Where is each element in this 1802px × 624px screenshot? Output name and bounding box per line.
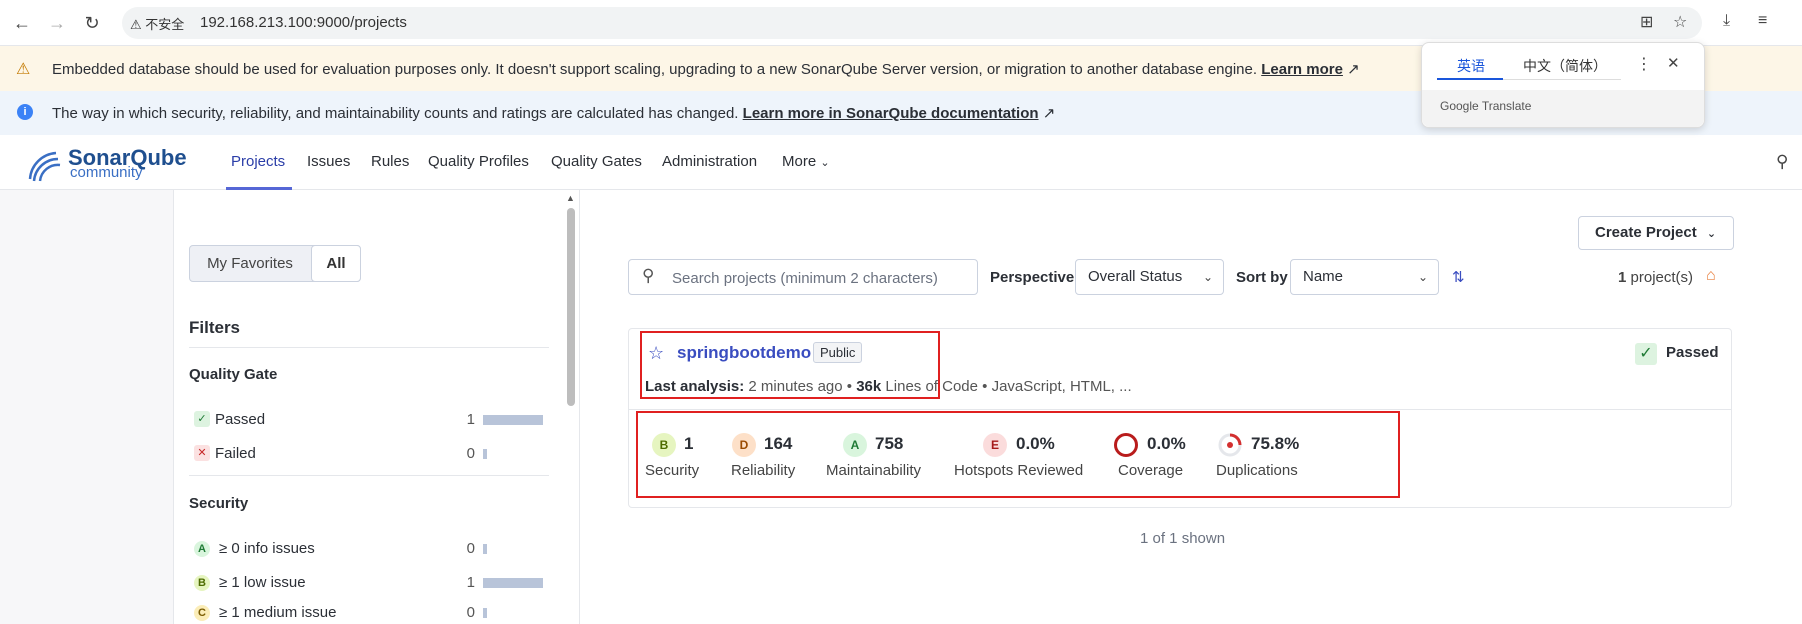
more-options-icon[interactable]: ⋮ [1636, 54, 1652, 74]
translate-source-tab[interactable]: 英语 [1457, 56, 1485, 76]
nav-administration[interactable]: Administration [662, 153, 757, 170]
my-favorites-button[interactable]: My Favorites [189, 245, 311, 282]
reload-icon[interactable]: ↻ [80, 11, 104, 35]
card-divider [628, 409, 1732, 410]
security-facet-title[interactable]: Security [189, 495, 248, 512]
home-icon[interactable]: ⌂ [1706, 267, 1716, 285]
nav-projects[interactable]: Projects [231, 153, 285, 170]
translate-tab-divider [1503, 79, 1621, 80]
sidebar-scrollbar[interactable] [567, 208, 575, 406]
docs-link[interactable]: Learn more in SonarQube documentation [743, 105, 1039, 122]
facet-passed-label[interactable]: Passed [215, 411, 265, 428]
cross-icon: ✕ [194, 445, 210, 461]
security-b-bar [483, 578, 543, 588]
create-project-label: Create Project [1595, 224, 1697, 241]
security-a-label[interactable]: ≥ 0 info issues [219, 540, 315, 557]
divider [189, 347, 549, 348]
project-count-suffix: project(s) [1630, 269, 1694, 286]
highlight-box-metrics [636, 411, 1400, 498]
not-secure-label[interactable]: ⚠ 不安全 [130, 14, 184, 33]
sort-direction-icon[interactable]: ⇅ [1452, 268, 1465, 286]
url-text[interactable]: 192.168.213.100:9000/projects [200, 14, 407, 31]
all-projects-button[interactable]: All [311, 245, 361, 282]
project-count: 1 project(s) [1618, 269, 1693, 286]
warning-icon: ⚠ [16, 61, 31, 78]
divider [189, 475, 549, 476]
nav-quality-gates[interactable]: Quality Gates [551, 153, 642, 170]
sonarqube-logo-icon[interactable] [26, 143, 66, 183]
translate-tab-indicator [1437, 78, 1503, 80]
nav-rules[interactable]: Rules [371, 153, 409, 170]
security-c-label[interactable]: ≥ 1 medium issue [219, 604, 336, 621]
left-gutter [0, 190, 173, 624]
pagination-text: 1 of 1 shown [1140, 530, 1226, 547]
rating-b-icon: B [194, 575, 210, 591]
chevron-down-icon: ⌄ [1706, 228, 1717, 240]
facet-failed-count: 0 [466, 445, 475, 462]
rating-c-icon: C [194, 605, 210, 621]
facet-failed-bar [483, 449, 487, 459]
nav-quality-profiles[interactable]: Quality Profiles [428, 153, 529, 170]
security-c-bar [483, 608, 487, 618]
download-icon[interactable]: ⤓ [1723, 12, 1730, 30]
sort-value: Name [1303, 268, 1344, 285]
facet-passed-bar [483, 415, 543, 425]
external-link-icon: ↗ [1347, 61, 1360, 78]
logo-edition: community [70, 164, 143, 181]
nav-more[interactable]: More ⌄ [782, 153, 830, 170]
translate-target-tab[interactable]: 中文（简体） [1523, 56, 1607, 76]
info-message: The way in which security, reliability, … [52, 105, 739, 122]
security-a-bar [483, 544, 487, 554]
rating-a-icon: A [194, 541, 210, 557]
quality-gate-status: Passed [1666, 344, 1719, 361]
warning-text: Embedded database should be used for eva… [52, 60, 1360, 78]
facet-failed-label[interactable]: Failed [215, 445, 256, 462]
create-project-button[interactable]: Create Project ⌄ [1578, 216, 1734, 250]
facet-passed-count: 1 [466, 411, 475, 428]
back-icon[interactable]: ← [10, 11, 34, 35]
sort-select[interactable]: Name ⌄ [1290, 259, 1439, 295]
security-b-count: 1 [466, 574, 475, 591]
chevron-down-icon: ⌄ [820, 157, 830, 169]
search-icon: ⚲ [642, 266, 655, 285]
warning-message: Embedded database should be used for eva… [52, 61, 1258, 78]
security-b-label[interactable]: ≥ 1 low issue [219, 574, 306, 591]
chevron-down-icon: ⌄ [1417, 270, 1428, 284]
sort-by-label: Sort by [1236, 269, 1288, 286]
check-icon: ✓ [1635, 343, 1657, 365]
translate-icon[interactable]: ⊞ [1640, 12, 1653, 32]
nav-issues[interactable]: Issues [307, 153, 350, 170]
search-icon[interactable]: ⚲ [1776, 152, 1788, 172]
highlight-box-project [640, 331, 940, 399]
project-count-number: 1 [1618, 269, 1627, 286]
filters-title: Filters [189, 318, 241, 337]
nav-more-label: More [782, 153, 817, 170]
languages: JavaScript, HTML, ... [991, 378, 1132, 395]
search-placeholder[interactable]: Search projects (minimum 2 characters) [672, 270, 938, 287]
chevron-down-icon: ⌄ [1202, 270, 1213, 284]
info-icon: i [17, 104, 33, 120]
perspective-select[interactable]: Overall Status ⌄ [1075, 259, 1224, 295]
scroll-up-arrow-icon[interactable]: ▲ [566, 193, 575, 203]
info-text: The way in which security, reliability, … [52, 104, 1055, 122]
security-a-count: 0 [466, 540, 475, 557]
reading-list-icon[interactable]: ≡ [1758, 12, 1767, 30]
perspective-value: Overall Status [1088, 268, 1183, 285]
forward-icon[interactable]: → [45, 11, 69, 35]
security-c-count: 0 [466, 604, 475, 621]
quality-gate-facet-title[interactable]: Quality Gate [189, 366, 277, 383]
external-link-icon: ↗ [1042, 105, 1056, 122]
perspective-label: Perspective [990, 269, 1075, 286]
not-secure-text: 不安全 [145, 17, 185, 32]
google-translate-brand: Google Translate [1440, 99, 1532, 113]
bookmark-star-icon[interactable]: ☆ [1673, 12, 1687, 32]
close-icon[interactable]: ✕ [1667, 54, 1680, 72]
learn-more-link[interactable]: Learn more [1261, 61, 1343, 78]
check-icon: ✓ [194, 411, 210, 427]
